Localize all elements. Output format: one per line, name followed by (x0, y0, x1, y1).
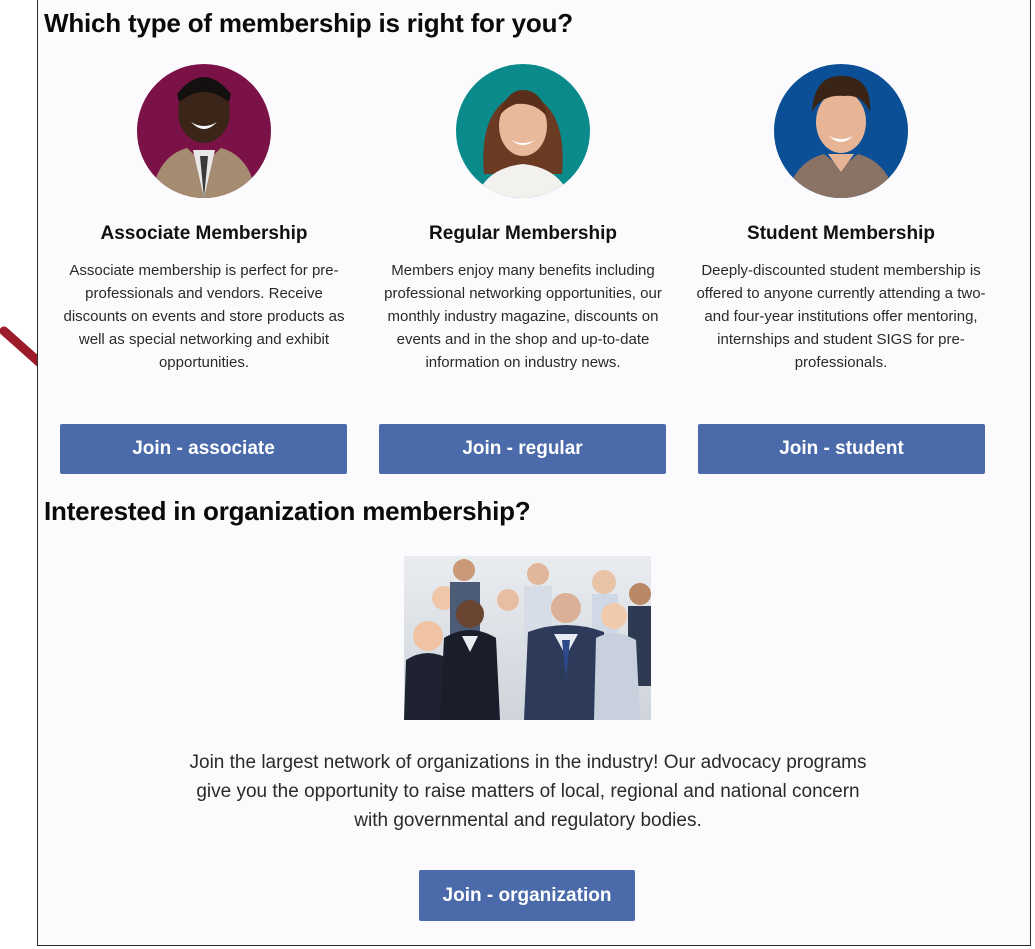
membership-card-associate: Associate Membership Associate membershi… (54, 64, 354, 374)
join-regular-button[interactable]: Join - regular (379, 424, 666, 474)
associate-title: Associate Membership (100, 223, 308, 244)
membership-card-student: Student Membership Deeply-discounted stu… (691, 64, 991, 374)
organization-group-photo (404, 556, 651, 720)
associate-avatar (137, 64, 271, 198)
membership-card-regular: Regular Membership Members enjoy many be… (373, 64, 673, 374)
page-title: Which type of membership is right for yo… (44, 8, 573, 38)
associate-description: Associate membership is perfect for pre-… (63, 262, 345, 371)
regular-description: Members enjoy many benefits including pr… (384, 262, 662, 371)
organization-description: Join the largest network of organization… (189, 752, 867, 831)
student-title: Student Membership (747, 223, 935, 244)
regular-avatar (456, 64, 590, 198)
join-associate-button[interactable]: Join - associate (60, 424, 347, 474)
regular-title: Regular Membership (429, 223, 617, 244)
organization-heading: Interested in organization membership? (44, 496, 531, 526)
membership-panel: Which type of membership is right for yo… (37, 0, 1031, 946)
student-description: Deeply-discounted student membership is … (696, 262, 986, 371)
join-organization-button[interactable]: Join - organization (419, 870, 635, 921)
student-avatar (774, 64, 908, 198)
join-student-button[interactable]: Join - student (698, 424, 985, 474)
